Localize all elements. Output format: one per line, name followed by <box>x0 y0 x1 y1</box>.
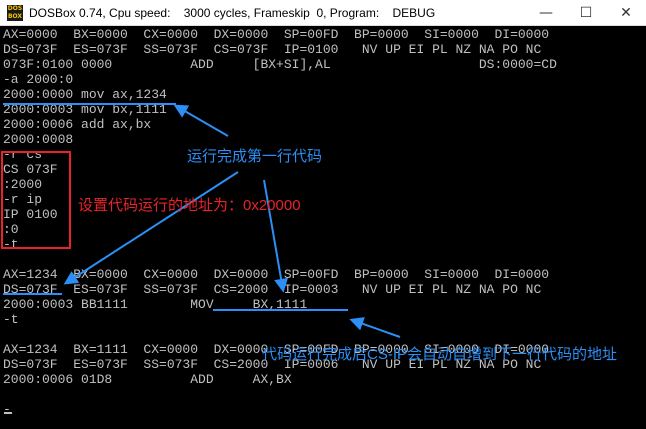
red-highlight-box <box>1 151 71 249</box>
arrow-to-first-line <box>173 104 229 137</box>
arrow-from-note <box>349 317 401 338</box>
annotation-set-address: 设置代码运行的地址为：0x20000 <box>78 197 301 214</box>
annotation-after-run: 代码运行完成后CS-IP会自动自增到下一行代码的地址 <box>262 346 618 363</box>
annotation-first-line-done: 运行完成第一行代码 <box>187 148 323 165</box>
arrow-to-ax-result <box>63 171 239 285</box>
